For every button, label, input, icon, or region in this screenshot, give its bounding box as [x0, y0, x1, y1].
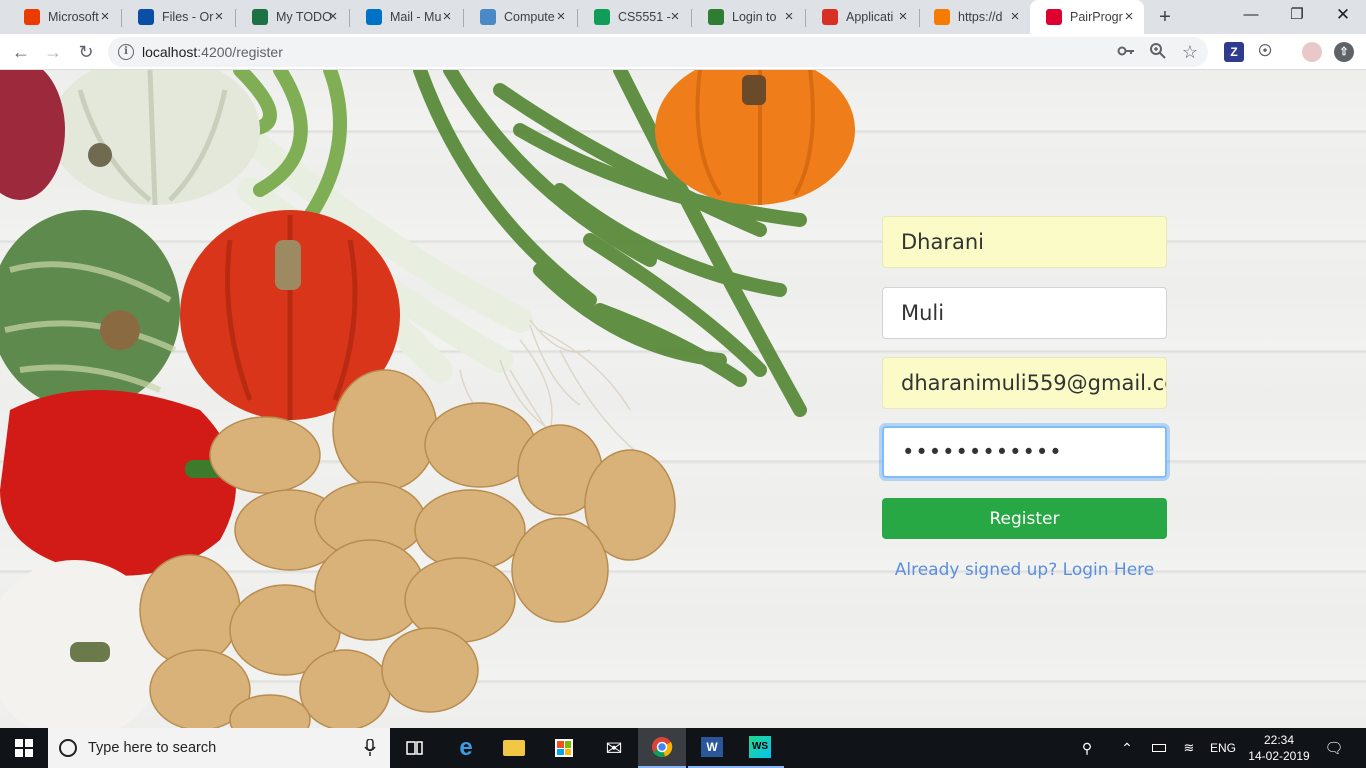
search-placeholder: Type here to search [88, 740, 217, 756]
login-link[interactable]: Already signed up? Login Here [882, 560, 1167, 580]
microphone-icon[interactable] [364, 739, 376, 757]
close-tab-icon[interactable]: × [894, 8, 912, 26]
clock[interactable]: 22:34 14-02-2019 [1244, 728, 1314, 768]
webstorm-icon[interactable]: WS [736, 728, 784, 768]
zoom-icon[interactable] [1148, 42, 1168, 62]
windows-taskbar: Type here to search e ✉ W WS ⚲ ⌃ ≋ ENG 2… [0, 728, 1366, 768]
site-info-icon[interactable]: i [118, 44, 134, 60]
browser-tab[interactable]: My TODO × [236, 0, 348, 34]
minimize-button[interactable]: — [1228, 0, 1274, 30]
excel-icon [252, 9, 268, 25]
browser-tab-strip: Microsoft × Files - Or × My TODO × Mail - Mu × C… [0, 0, 1366, 34]
password-input[interactable] [882, 426, 1167, 478]
n-icon [708, 9, 724, 25]
dots-icon [934, 9, 950, 25]
browser-tab[interactable]: Compute × [464, 0, 576, 34]
close-tab-icon[interactable]: × [210, 8, 228, 26]
task-view-icon[interactable] [392, 728, 440, 768]
url-host: localhost [142, 44, 198, 60]
people-icon[interactable]: ⚲ [1072, 728, 1102, 768]
onedrive-icon [138, 9, 154, 25]
gmail-icon [822, 9, 838, 25]
register-page: Register Already signed up? Login Here [0, 70, 1366, 728]
back-button[interactable]: ← [9, 40, 33, 64]
file-explorer-icon[interactable] [490, 728, 538, 768]
umkc-icon [480, 9, 496, 25]
clock-time: 22:34 [1263, 733, 1295, 747]
browser-tab[interactable]: Files - Or × [122, 0, 234, 34]
search-circle-icon [59, 739, 77, 757]
close-tab-icon[interactable]: × [324, 8, 342, 26]
zotero-extension-icon[interactable]: Z [1224, 42, 1244, 62]
close-tab-icon[interactable]: × [438, 8, 456, 26]
close-window-button[interactable]: ✕ [1320, 0, 1366, 30]
browser-toolbar: ← → ↻ i localhost:4200/register ☆ Z ☉ ⇧ [0, 34, 1366, 70]
forward-button[interactable]: → [41, 40, 65, 64]
sheets-icon [594, 9, 610, 25]
clock-date: 14-02-2019 [1248, 749, 1310, 763]
taskbar-search-box[interactable]: Type here to search [48, 728, 390, 768]
address-bar[interactable]: i localhost:4200/register ☆ [108, 37, 1208, 67]
office-icon [24, 9, 40, 25]
reload-button[interactable]: ↻ [74, 40, 98, 64]
close-tab-icon[interactable]: × [96, 8, 114, 26]
notifications-icon[interactable]: 🗨 [1318, 728, 1350, 768]
outlook-icon [366, 9, 382, 25]
battery-icon[interactable] [1146, 728, 1172, 768]
browser-tab[interactable]: Applicati × [806, 0, 918, 34]
browser-tab[interactable]: Microsoft × [8, 0, 120, 34]
angular-icon [1046, 9, 1062, 25]
vegetables-background-image [0, 70, 855, 728]
key-icon[interactable] [1116, 42, 1136, 62]
start-button[interactable] [0, 728, 48, 768]
store-icon[interactable] [540, 728, 588, 768]
email-input[interactable] [882, 357, 1167, 409]
bookmark-star-icon[interactable]: ☆ [1180, 42, 1200, 62]
close-tab-icon[interactable]: × [552, 8, 570, 26]
close-tab-icon[interactable]: × [666, 8, 684, 26]
close-tab-icon[interactable]: × [1006, 8, 1024, 26]
url-path: :4200/register [197, 44, 283, 60]
browser-tab[interactable]: PairProgr × [1030, 0, 1144, 34]
register-button[interactable]: Register [882, 498, 1167, 539]
url-text[interactable]: localhost:4200/register [142, 44, 283, 60]
mail-icon[interactable]: ✉ [590, 728, 638, 768]
last-name-input[interactable] [882, 287, 1167, 339]
chrome-icon[interactable] [638, 728, 686, 768]
restore-button[interactable]: ❐ [1274, 0, 1320, 30]
new-tab-button[interactable]: + [1153, 5, 1177, 29]
language-indicator[interactable]: ENG [1206, 728, 1240, 768]
word-icon[interactable]: W [688, 728, 736, 768]
profile-avatar[interactable] [1302, 42, 1322, 62]
update-icon[interactable]: ⇧ [1334, 42, 1354, 62]
windows-logo-icon [15, 739, 33, 757]
wifi-icon[interactable]: ≋ [1176, 728, 1202, 768]
edge-icon[interactable]: e [442, 728, 490, 768]
browser-tab[interactable]: CS5551 - × [578, 0, 690, 34]
close-tab-icon[interactable]: × [1120, 8, 1138, 26]
extension-icon[interactable]: ☉ [1255, 42, 1275, 62]
first-name-input[interactable] [882, 216, 1167, 268]
browser-tab[interactable]: Mail - Mu × [350, 0, 462, 34]
browser-tab[interactable]: Login to × [692, 0, 804, 34]
close-tab-icon[interactable]: × [780, 8, 798, 26]
browser-tab[interactable]: https://d × [918, 0, 1030, 34]
show-hidden-icons-chevron[interactable]: ⌃ [1114, 728, 1140, 768]
